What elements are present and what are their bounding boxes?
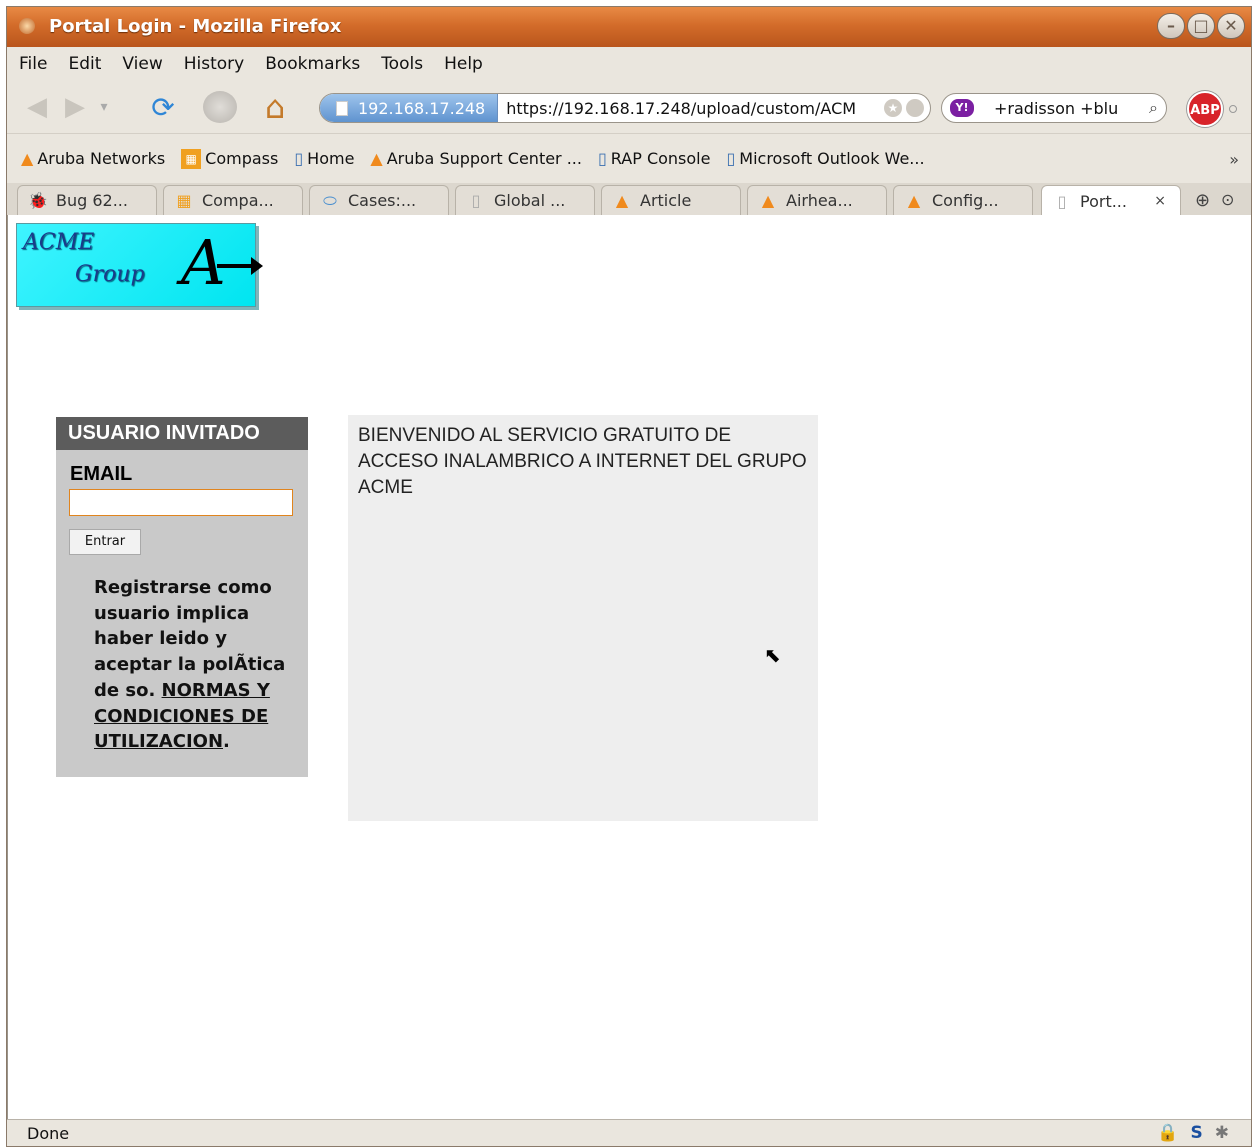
menu-help[interactable]: Help (444, 54, 483, 74)
maximize-icon[interactable]: □ (1187, 13, 1215, 39)
tab-airhead[interactable]: ▲ Airhea... (747, 185, 887, 215)
menu-bar: File Edit View History Bookmarks Tools H… (7, 47, 1251, 81)
site-label: 192.168.17.248 (358, 98, 486, 118)
search-bar[interactable]: Y! +radisson +blu ⌕ (941, 93, 1167, 123)
bookmark-icon: ▯ (597, 149, 607, 168)
bookmark-icon: ▯ (294, 149, 304, 168)
firefox-icon (19, 18, 35, 34)
window-controls: – □ ✕ (1157, 13, 1245, 39)
page-icon: ▯ (471, 191, 481, 210)
minimize-icon[interactable]: – (1157, 13, 1185, 39)
menu-edit[interactable]: Edit (68, 54, 101, 74)
aruba-icon: ▲ (615, 191, 629, 210)
stop-icon[interactable] (203, 91, 237, 123)
bookmark-aruba-support[interactable]: ▲ Aruba Support Center ... (370, 149, 582, 168)
lock-icon[interactable]: 🔒 (1157, 1123, 1178, 1143)
bookmarks-overflow-chevron-icon[interactable]: » (1229, 150, 1239, 169)
logo-arrow-icon (217, 257, 263, 275)
status-icons: 🔒 S ✱ (1157, 1123, 1229, 1143)
search-input[interactable]: +radisson +blu (994, 99, 1149, 118)
page-content: ACME Group A USUARIO INVITADO EMAIL Entr… (7, 215, 1251, 1119)
address-bar[interactable]: 192.168.17.248 https://192.168.17.248/up… (319, 93, 931, 123)
forward-arrow-icon[interactable]: ▶ (59, 92, 91, 122)
page-icon (336, 100, 348, 116)
tab-cases[interactable]: ⬭ Cases:... (309, 185, 449, 215)
logo-line2: Group (75, 262, 145, 287)
bookmark-outlook[interactable]: ▯ Microsoft Outlook We... (726, 149, 924, 168)
mouse-pointer-icon: ⬉ (764, 643, 781, 667)
tab-bug[interactable]: 🐞 Bug 62... (17, 185, 157, 215)
bookmark-aruba-networks[interactable]: ▲ Aruba Networks (21, 149, 165, 168)
browser-window: Portal Login - Mozilla Firefox – □ ✕ Fil… (6, 6, 1252, 1147)
firebug-icon[interactable]: ✱ (1215, 1123, 1229, 1143)
adblock-dropdown-icon[interactable] (1229, 105, 1237, 113)
welcome-panel: BIENVENIDO AL SERVICIO GRATUITO DE ACCES… (348, 415, 818, 821)
bug-icon: 🐞 (28, 191, 48, 210)
menu-history[interactable]: History (184, 54, 244, 74)
menu-view[interactable]: View (122, 54, 162, 74)
status-text: Done (27, 1123, 70, 1143)
skype-icon[interactable]: S (1191, 1123, 1203, 1143)
aruba-icon: ▲ (21, 149, 34, 168)
terms-note: Registrarse como usuario implica haber l… (94, 577, 286, 753)
bookmarks-toolbar: ▲ Aruba Networks ▦ Compass ▯ Home ▲ Aruba Su… (7, 133, 1251, 183)
new-tab-icon[interactable]: ⊕ (1195, 190, 1210, 211)
aruba-icon: ▲ (761, 191, 775, 210)
bookmark-home[interactable]: ▯ Home (294, 149, 354, 168)
tab-config[interactable]: ▲ Config... (893, 185, 1033, 215)
tab-global[interactable]: ▯ Global ... (455, 185, 595, 215)
logo-line1: ACME (23, 230, 95, 255)
email-label: EMAIL (70, 463, 133, 485)
reload-icon[interactable]: ⟳ (145, 90, 181, 124)
close-icon[interactable]: ✕ (1217, 13, 1245, 39)
title-bar[interactable]: Portal Login - Mozilla Firefox – □ ✕ (7, 7, 1251, 47)
aruba-icon: ▲ (370, 149, 383, 168)
search-icon[interactable]: ⌕ (1149, 98, 1158, 118)
tab-article[interactable]: ▲ Article (601, 185, 741, 215)
url-dropdown-icon[interactable] (906, 99, 924, 117)
home-icon[interactable]: ⌂ (255, 87, 295, 127)
acme-logo: ACME Group A (16, 223, 263, 307)
compass-icon: ▦ (176, 191, 192, 210)
bookmark-icon: ▯ (726, 149, 736, 168)
menu-file[interactable]: File (19, 54, 47, 74)
bookmark-compass[interactable]: ▦ Compass (181, 148, 278, 169)
history-dropdown-icon[interactable]: ▾ (95, 95, 113, 119)
tab-compass[interactable]: ▦ Compa... (163, 185, 303, 215)
guest-login-panel: USUARIO INVITADO EMAIL Entrar Registrars… (56, 417, 308, 777)
cases-icon: ⬭ (323, 190, 337, 210)
status-bar: Done 🔒 S ✱ (7, 1119, 1251, 1146)
site-identity-button[interactable]: 192.168.17.248 (320, 94, 499, 122)
menu-tools[interactable]: Tools (381, 54, 423, 74)
page-icon: ▯ (1057, 191, 1067, 211)
logo-mark: A (181, 226, 226, 299)
url-text[interactable]: https://192.168.17.248/upload/custom/ACM (498, 99, 884, 118)
tab-list-icon[interactable]: ⊙ (1221, 190, 1234, 209)
bookmark-rap-console[interactable]: ▯ RAP Console (598, 149, 710, 168)
email-field[interactable] (69, 489, 293, 516)
star-icon[interactable]: ★ (884, 99, 902, 117)
compass-icon: ▦ (181, 148, 202, 169)
window-title: Portal Login - Mozilla Firefox (49, 16, 342, 37)
guest-header: USUARIO INVITADO (56, 417, 308, 450)
submit-button[interactable]: Entrar (69, 529, 141, 555)
back-arrow-icon[interactable]: ◀ (21, 92, 53, 122)
tab-strip: 🐞 Bug 62... ▦ Compa... ⬭ Cases:... ▯ Global … (7, 183, 1251, 216)
yahoo-icon[interactable]: Y! (950, 99, 974, 117)
navigation-toolbar: ◀ ▶ ▾ ⟳ ⌂ 192.168.17.248 https://192.168… (7, 81, 1251, 133)
tab-close-icon[interactable]: × (1154, 193, 1166, 209)
adblock-icon[interactable]: ABP (1187, 91, 1223, 127)
tab-portal[interactable]: ▯ Port... × (1041, 185, 1181, 216)
aruba-icon: ▲ (907, 191, 921, 210)
menu-bookmarks[interactable]: Bookmarks (265, 54, 360, 74)
